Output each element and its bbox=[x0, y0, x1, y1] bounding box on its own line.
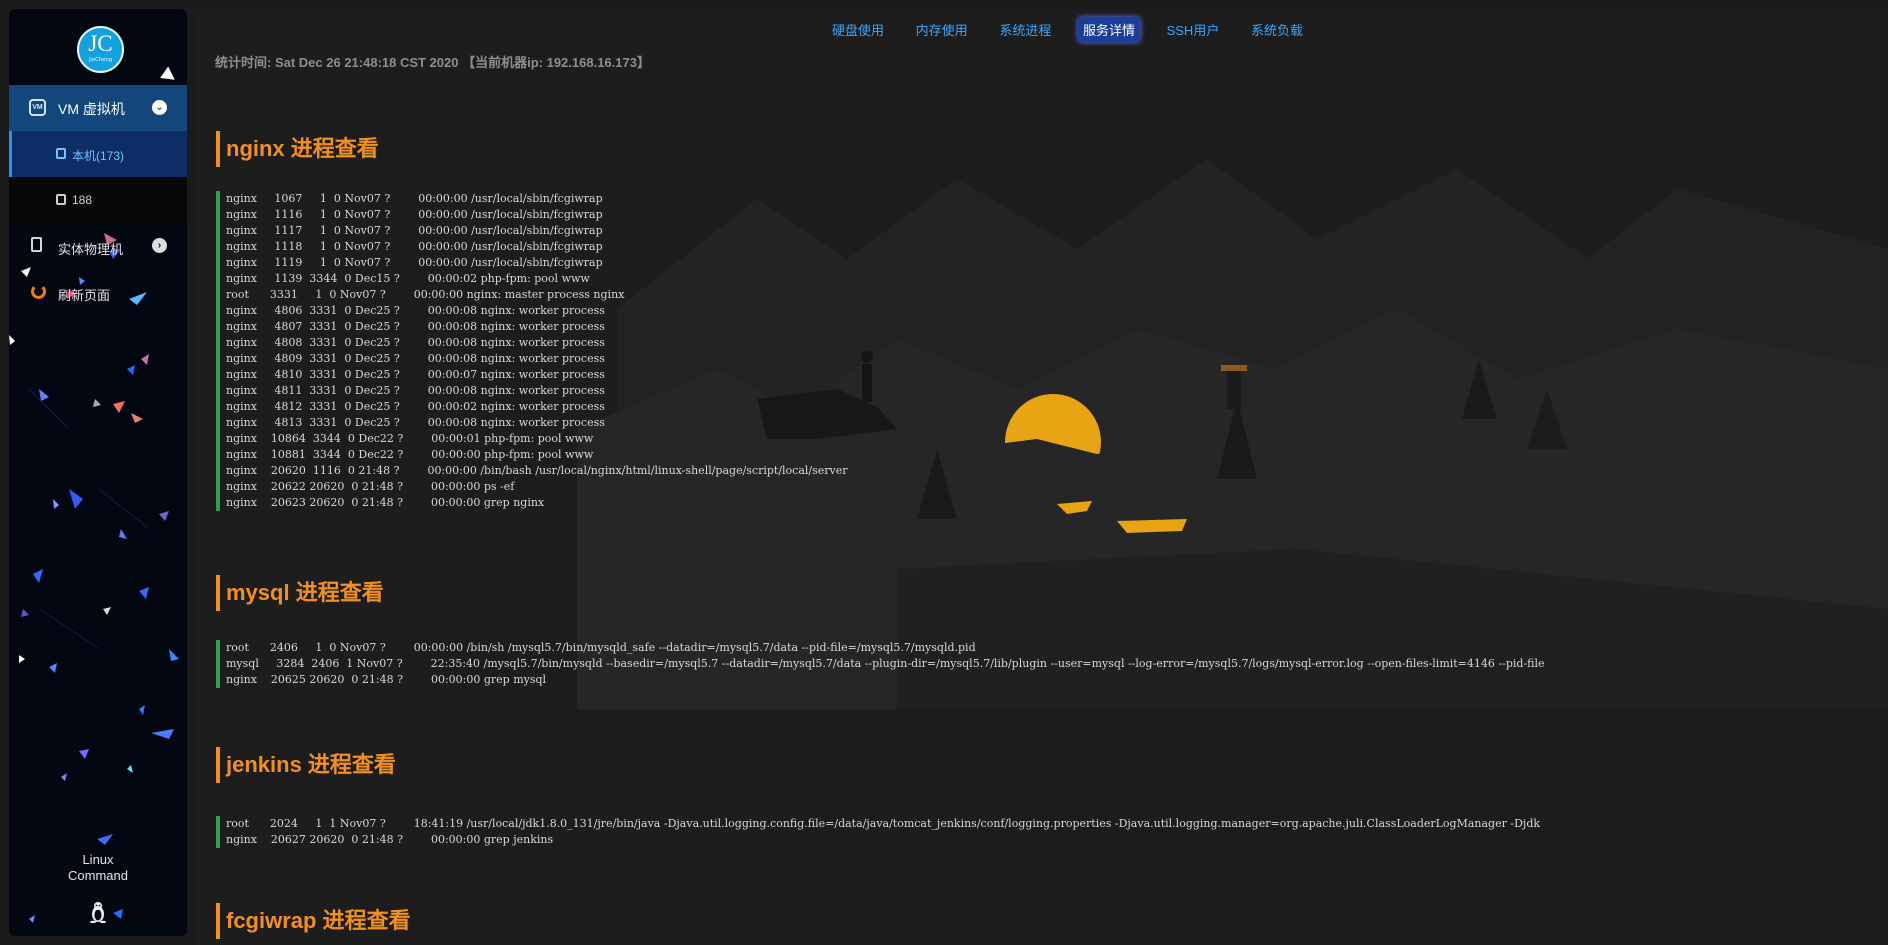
process-line: nginx 20627 20620 0 21:48 ? 00:00:00 gre… bbox=[226, 833, 554, 846]
tab-disk-usage[interactable]: 硬盘使用 bbox=[827, 17, 889, 42]
tab-system-process[interactable]: 系统进程 bbox=[994, 17, 1056, 42]
ps-output-jenkins: root 2024 1 1 Nov07 ? 18:41:19 /usr/loca… bbox=[216, 816, 1540, 848]
logo-subtext: jiaCheng bbox=[88, 57, 113, 63]
vm-icon: VM bbox=[29, 99, 46, 116]
footer-line1: Linux bbox=[82, 852, 114, 867]
process-line: nginx 1117 1 0 Nov07 ? 00:00:00 /usr/loc… bbox=[226, 224, 603, 237]
tab-ssh-users[interactable]: SSH用户 bbox=[1162, 17, 1225, 42]
chevron-right-icon: › bbox=[152, 238, 167, 253]
process-line: nginx 4808 3331 0 Dec25 ? 00:00:08 nginx… bbox=[226, 336, 605, 349]
logo-text: JC bbox=[88, 31, 113, 56]
process-line: nginx 20623 20620 0 21:48 ? 00:00:00 gre… bbox=[226, 496, 545, 509]
process-line: nginx 4813 3331 0 Dec25 ? 00:00:08 nginx… bbox=[226, 416, 605, 429]
stats-timestamp: 统计时间: Sat Dec 26 21:48:18 CST 2020 【当前机器… bbox=[215, 55, 650, 70]
chevron-down-icon: ⌄ bbox=[152, 100, 167, 115]
process-line: nginx 10881 3344 0 Dec22 ? 00:00:00 php-… bbox=[226, 448, 594, 461]
ps-output-nginx: nginx 1067 1 0 Nov07 ? 00:00:00 /usr/loc… bbox=[216, 191, 848, 511]
process-line: mysql 3284 2406 1 Nov07 ? 22:35:40 /mysq… bbox=[226, 657, 1545, 670]
section-title-nginx: nginx 进程查看 bbox=[216, 131, 379, 167]
calculator-icon bbox=[31, 237, 42, 252]
top-tabs: 硬盘使用 内存使用 系统进程 服务详情 SSH用户 系统负载 bbox=[197, 17, 1888, 42]
nav-vm[interactable]: VM VM 虚拟机 ⌄ bbox=[9, 85, 187, 131]
sidebar-item-188[interactable]: 188 bbox=[9, 177, 187, 223]
ps-output-mysql: root 2406 1 0 Nov07 ? 00:00:00 /bin/sh /… bbox=[216, 640, 1545, 688]
process-line: nginx 10864 3344 0 Dec22 ? 00:00:01 php-… bbox=[226, 432, 594, 445]
process-line: nginx 4811 3331 0 Dec25 ? 00:00:08 nginx… bbox=[226, 384, 605, 397]
server-icon bbox=[56, 148, 66, 159]
footer-line2: Command bbox=[68, 868, 128, 883]
tab-system-load[interactable]: 系统负载 bbox=[1246, 17, 1308, 42]
process-line: nginx 1119 1 0 Nov07 ? 00:00:00 /usr/loc… bbox=[226, 256, 603, 269]
sidebar: JC jiaCheng VM VM 虚拟机 ⌄ 本机(173) 188 实体物理… bbox=[9, 9, 187, 936]
process-line: nginx 1067 1 0 Nov07 ? 00:00:00 /usr/loc… bbox=[226, 192, 603, 205]
server-icon bbox=[56, 194, 66, 205]
sidebar-item-local-173[interactable]: 本机(173) bbox=[9, 131, 187, 177]
process-line: nginx 4810 3331 0 Dec25 ? 00:00:07 nginx… bbox=[226, 368, 605, 381]
process-line: nginx 20625 20620 0 21:48 ? 00:00:00 gre… bbox=[226, 673, 547, 686]
footer-title: Linux Command bbox=[9, 852, 187, 884]
process-line: root 2024 1 1 Nov07 ? 18:41:19 /usr/loca… bbox=[226, 817, 1541, 830]
sidebar-item-label: 本机(173) bbox=[72, 149, 125, 163]
nav-physical-label: 实体物理机 bbox=[58, 242, 124, 257]
tab-memory-usage[interactable]: 内存使用 bbox=[911, 17, 973, 42]
nav-vm-label: VM 虚拟机 bbox=[58, 101, 125, 117]
process-line: nginx 4809 3331 0 Dec25 ? 00:00:08 nginx… bbox=[226, 352, 605, 365]
nav-physical-machine[interactable]: 实体物理机 › bbox=[9, 227, 187, 267]
power-icon bbox=[31, 284, 46, 299]
sidebar-item-label: 188 bbox=[72, 193, 93, 207]
process-line: nginx 4807 3331 0 Dec25 ? 00:00:08 nginx… bbox=[226, 320, 605, 333]
process-line: nginx 1118 1 0 Nov07 ? 00:00:00 /usr/loc… bbox=[226, 240, 603, 253]
process-line: nginx 4806 3331 0 Dec25 ? 00:00:08 nginx… bbox=[226, 304, 605, 317]
process-line: nginx 4812 3331 0 Dec25 ? 00:00:02 nginx… bbox=[226, 400, 605, 413]
section-title-jenkins: jenkins 进程查看 bbox=[216, 747, 396, 783]
logo: JC jiaCheng bbox=[77, 26, 124, 73]
process-line: nginx 1116 1 0 Nov07 ? 00:00:00 /usr/loc… bbox=[226, 208, 603, 221]
process-line: nginx 20622 20620 0 21:48 ? 00:00:00 ps … bbox=[226, 480, 515, 493]
tab-service-details[interactable]: 服务详情 bbox=[1077, 17, 1140, 42]
section-title-mysql: mysql 进程查看 bbox=[216, 575, 384, 611]
process-line: root 3331 1 0 Nov07 ? 00:00:00 nginx: ma… bbox=[226, 288, 625, 301]
nav-refresh-page[interactable]: 刷新页面 bbox=[9, 273, 187, 313]
nav-refresh-label: 刷新页面 bbox=[58, 288, 111, 303]
process-line: nginx 20620 1116 0 21:48 ? 00:00:00 /bin… bbox=[226, 464, 848, 477]
process-line: root 2406 1 0 Nov07 ? 00:00:00 /bin/sh /… bbox=[226, 641, 976, 654]
main-content: 硬盘使用 内存使用 系统进程 服务详情 SSH用户 系统负载 统计时间: Sat… bbox=[197, 9, 1888, 945]
process-line: nginx 1139 3344 0 Dec15 ? 00:00:02 php-f… bbox=[226, 272, 590, 285]
linux-penguin-icon[interactable] bbox=[89, 901, 107, 923]
section-title-fcgiwrap: fcgiwrap 进程查看 bbox=[216, 903, 411, 939]
